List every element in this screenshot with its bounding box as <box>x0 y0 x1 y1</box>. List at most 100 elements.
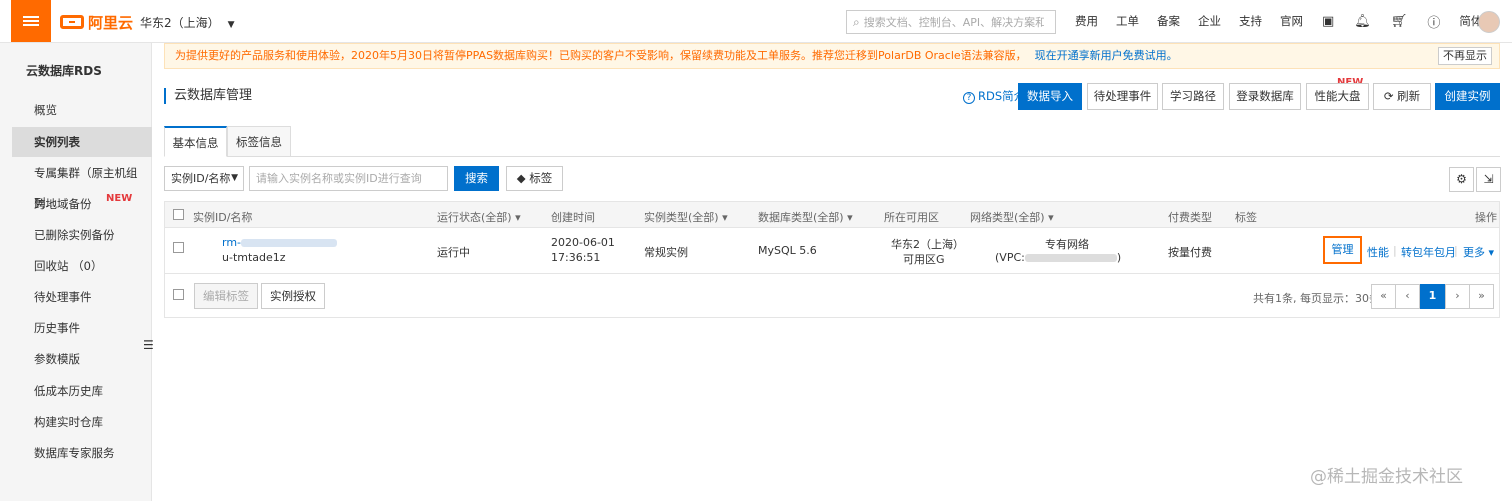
link-support[interactable]: 支持 <box>1239 13 1262 29</box>
refresh-icon: ⟳ <box>1383 89 1398 103</box>
tag-filter-button[interactable]: ◆ 标签 <box>506 166 563 191</box>
refresh-button[interactable]: ⟳ 刷新 <box>1373 83 1431 110</box>
instance-status: 运行中 <box>437 246 470 259</box>
tab-bar: 基本信息 标签信息 <box>164 126 1500 157</box>
sidebar-item-deleted-backup[interactable]: 已删除实例备份 <box>12 220 152 250</box>
performance-dashboard-button[interactable]: 性能大盘 <box>1306 83 1369 110</box>
created-date: 2020-06-01 <box>551 236 615 249</box>
more-actions-link[interactable]: 更多 ▾ <box>1463 244 1494 260</box>
edit-tags-button[interactable]: 编辑标签 <box>194 283 258 309</box>
watermark: @稀土掘金技术社区 <box>1310 467 1463 487</box>
pagination-summary: 共有1条, 每页显示：30条 <box>1253 292 1380 305</box>
zone-name: 可用区G <box>903 253 945 266</box>
tab-tag-info[interactable]: 标签信息 <box>227 126 291 157</box>
authorize-button[interactable]: 实例授权 <box>261 283 325 309</box>
link-tickets[interactable]: 工单 <box>1116 13 1139 29</box>
notice-banner: 为提供更好的产品服务和使用体验，2020年5月30日将暂停PPAS数据库购买！已… <box>164 43 1500 69</box>
manage-link[interactable]: 管理 <box>1323 236 1362 264</box>
sidebar-item-instances[interactable]: 实例列表 <box>12 127 152 157</box>
chevron-down-icon: ▾ <box>722 211 728 224</box>
learning-path-button[interactable]: 学习路径 <box>1162 83 1224 110</box>
chevron-down-icon: ▾ <box>847 211 853 224</box>
sidebar-item-low-cost-history[interactable]: 低成本历史库 <box>12 376 152 406</box>
tag-icon: ◆ <box>516 171 530 185</box>
sidebar-item-expert-service[interactable]: 数据库专家服务 <box>12 438 152 468</box>
table-header: 实例ID/名称 运行状态(全部) ▾ 创建时间 实例类型(全部) ▾ 数据库类型… <box>164 201 1500 228</box>
avatar[interactable] <box>1478 11 1500 33</box>
last-page-button[interactable]: » <box>1469 284 1494 309</box>
col-created: 创建时间 <box>551 211 595 224</box>
link-fees[interactable]: 费用 <box>1075 13 1098 29</box>
global-search[interactable]: ⌕ <box>846 10 1056 34</box>
col-type[interactable]: 实例类型(全部) ▾ <box>644 209 728 225</box>
sidebar-item-param-templates[interactable]: 参数模版 <box>12 344 152 374</box>
footer-select-checkbox[interactable] <box>173 289 184 300</box>
performance-link[interactable]: 性能 <box>1367 244 1389 260</box>
col-network[interactable]: 网络类型(全部) ▾ <box>970 209 1054 225</box>
search-icon: ⌕ <box>853 14 860 29</box>
instance-name: u-tmtade1z <box>222 251 286 264</box>
db-type: MySQL 5.6 <box>758 244 817 257</box>
col-actions: 操作 <box>1475 211 1497 224</box>
vpc-id: (VPC:) <box>995 251 1122 264</box>
notice-link[interactable]: 现在开通享新用户免费试用。 <box>1035 49 1178 62</box>
export-icon[interactable]: ⇲ <box>1476 167 1501 192</box>
zone-region: 华东2（上海） <box>891 238 964 251</box>
sidebar-title: 云数据库RDS <box>26 64 102 78</box>
sidebar-item-overview[interactable]: 概览 <box>12 95 152 125</box>
tab-basic-info[interactable]: 基本信息 <box>164 126 227 157</box>
sidebar-item-history-events[interactable]: 历史事件 <box>12 313 152 343</box>
row-checkbox[interactable] <box>173 242 184 253</box>
sidebar-item-dedicated-cluster[interactable]: 专属集群（原主机组列... <box>12 158 152 210</box>
help-icon[interactable]: ⓘ <box>1427 12 1440 31</box>
sidebar-item-pending-events[interactable]: 待处理事件 <box>12 282 152 312</box>
col-zone: 所在可用区 <box>884 211 939 224</box>
col-tags: 标签 <box>1235 211 1257 224</box>
notice-text: 为提供更好的产品服务和使用体验，2020年5月30日将暂停PPAS数据库购买！已… <box>175 49 1027 62</box>
select-all-checkbox[interactable] <box>173 209 184 220</box>
billing-type: 按量付费 <box>1168 246 1212 259</box>
region-selector[interactable]: 华东2（上海） ▼ <box>140 14 235 31</box>
divider: | <box>1393 244 1397 257</box>
login-db-button[interactable]: 登录数据库 <box>1229 83 1301 110</box>
settings-icon[interactable]: ⚙ <box>1449 167 1474 192</box>
col-instance-id: 实例ID/名称 <box>193 211 253 224</box>
chevron-down-icon: ▾ <box>1488 246 1495 259</box>
prev-page-button[interactable]: ‹ <box>1395 284 1420 309</box>
divider: | <box>1454 244 1458 257</box>
create-instance-button[interactable]: 创建实例 <box>1435 83 1500 110</box>
page-1-button[interactable]: 1 <box>1420 284 1445 309</box>
chevron-down-icon: ▾ <box>1048 211 1054 224</box>
next-page-button[interactable]: › <box>1445 284 1470 309</box>
sidebar-item-recycle-bin[interactable]: 回收站 （0） <box>12 251 152 281</box>
bell-icon[interactable]: 🔔︎ <box>1354 14 1371 29</box>
cart-icon[interactable]: 🛒︎ <box>1391 14 1408 29</box>
instance-id-link[interactable]: rm- <box>222 236 338 249</box>
chevron-down-icon: ▼ <box>227 20 235 30</box>
filter-field-select[interactable]: 实例ID/名称 ▼ <box>164 166 244 191</box>
link-website[interactable]: 官网 <box>1280 13 1303 29</box>
page-title: 云数据库管理 <box>164 88 252 104</box>
rds-intro-link[interactable]: ? RDS简介 <box>963 88 1025 104</box>
search-input[interactable] <box>863 15 1044 29</box>
data-import-button[interactable]: 数据导入 <box>1018 83 1082 110</box>
dismiss-notice-button[interactable]: 不再显示 <box>1438 47 1492 65</box>
table-footer: 编辑标签 实例授权 共有1条, 每页显示：30条 « ‹ 1 › » <box>164 274 1500 318</box>
link-icp[interactable]: 备案 <box>1157 13 1180 29</box>
pending-events-button[interactable]: 待处理事件 <box>1087 83 1158 110</box>
sidebar-item-realtime-warehouse[interactable]: 构建实时仓库 <box>12 407 152 437</box>
instance-search-input[interactable] <box>249 166 448 191</box>
switch-subscription-link[interactable]: 转包年包月 <box>1401 244 1456 260</box>
chevron-down-icon: ▾ <box>515 211 521 224</box>
link-enterprise[interactable]: 企业 <box>1198 13 1221 29</box>
col-db-type[interactable]: 数据库类型(全部) ▾ <box>758 209 853 225</box>
first-page-button[interactable]: « <box>1371 284 1396 309</box>
help-icon: ? <box>963 92 975 104</box>
menu-icon[interactable] <box>11 0 51 42</box>
col-status[interactable]: 运行状态(全部) ▾ <box>437 209 521 225</box>
collapse-sidebar-icon[interactable]: ☰ <box>143 338 154 352</box>
terminal-icon[interactable]: ▣ <box>1322 14 1334 29</box>
table-row: rm- u-tmtade1z 运行中 2020-06-01 17:36:51 常… <box>164 228 1500 274</box>
search-button[interactable]: 搜索 <box>454 166 499 191</box>
aliyun-logo[interactable]: 阿里云 <box>60 11 133 33</box>
